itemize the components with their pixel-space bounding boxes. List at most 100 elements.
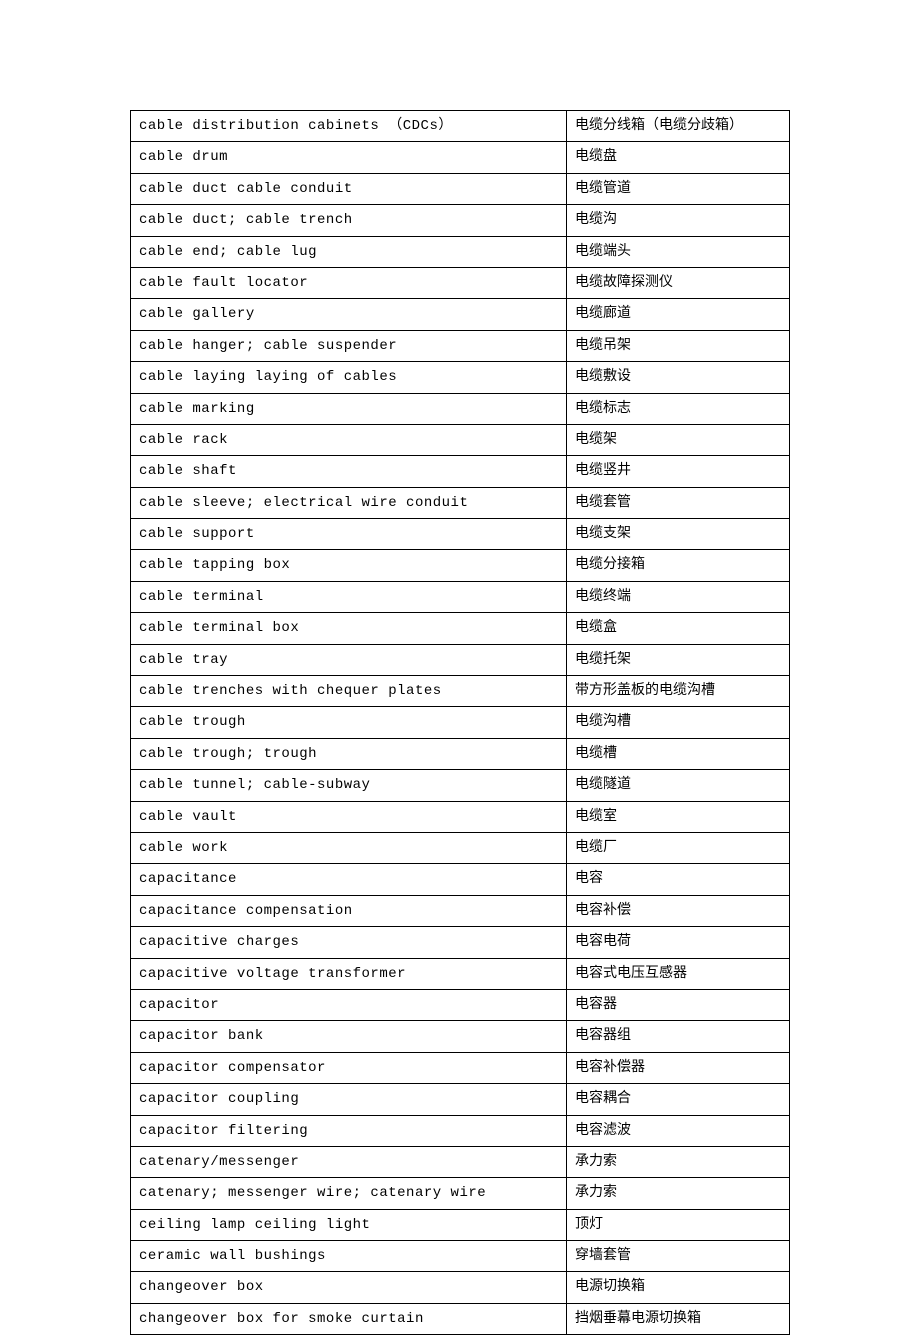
chinese-term-cell: 电缆廊道 [567,299,790,330]
chinese-term-cell: 承力索 [567,1178,790,1209]
chinese-term-cell: 电缆套管 [567,487,790,518]
english-term-cell: changeover box [131,1272,567,1303]
table-row: capacitance电容 [131,864,790,895]
table-row: cable terminal电缆终端 [131,581,790,612]
table-row: cable fault locator电缆故障探测仪 [131,267,790,298]
english-term-cell: capacitor coupling [131,1084,567,1115]
english-term-cell: cable distribution cabinets （CDCs） [131,111,567,142]
english-term-cell: cable tunnel; cable-subway [131,770,567,801]
english-term-cell: cable shaft [131,456,567,487]
chinese-term-cell: 顶灯 [567,1209,790,1240]
english-term-cell: capacitance [131,864,567,895]
table-row: cable tunnel; cable-subway电缆隧道 [131,770,790,801]
table-row: ceiling lamp ceiling light顶灯 [131,1209,790,1240]
english-term-cell: cable duct cable conduit [131,173,567,204]
chinese-term-cell: 电缆厂 [567,832,790,863]
english-term-cell: capacitance compensation [131,895,567,926]
chinese-term-cell: 电容电荷 [567,927,790,958]
english-term-cell: cable rack [131,424,567,455]
chinese-term-cell: 电缆沟槽 [567,707,790,738]
chinese-term-cell: 电缆管道 [567,173,790,204]
english-term-cell: cable hanger; cable suspender [131,330,567,361]
english-term-cell: cable laying laying of cables [131,362,567,393]
chinese-term-cell: 电容补偿 [567,895,790,926]
glossary-tbody: cable distribution cabinets （CDCs）电缆分线箱（… [131,111,790,1335]
chinese-term-cell: 电缆吊架 [567,330,790,361]
table-row: capacitor compensator电容补偿器 [131,1052,790,1083]
table-row: cable terminal box电缆盒 [131,613,790,644]
english-term-cell: capacitor compensator [131,1052,567,1083]
chinese-term-cell: 电缆竖井 [567,456,790,487]
english-term-cell: capacitor [131,989,567,1020]
chinese-term-cell: 电缆敷设 [567,362,790,393]
english-term-cell: cable end; cable lug [131,236,567,267]
table-row: capacitive voltage transformer电容式电压互感器 [131,958,790,989]
table-row: cable duct cable conduit电缆管道 [131,173,790,204]
chinese-term-cell: 电源切换箱 [567,1272,790,1303]
english-term-cell: cable terminal [131,581,567,612]
english-term-cell: catenary; messenger wire; catenary wire [131,1178,567,1209]
table-row: catenary/messenger承力索 [131,1146,790,1177]
table-row: cable trough电缆沟槽 [131,707,790,738]
chinese-term-cell: 电缆沟 [567,205,790,236]
english-term-cell: capacitor filtering [131,1115,567,1146]
table-row: cable drum电缆盘 [131,142,790,173]
english-term-cell: catenary/messenger [131,1146,567,1177]
chinese-term-cell: 电缆槽 [567,738,790,769]
table-row: cable duct; cable trench电缆沟 [131,205,790,236]
english-term-cell: cable trough [131,707,567,738]
chinese-term-cell: 电缆架 [567,424,790,455]
english-term-cell: cable drum [131,142,567,173]
chinese-term-cell: 挡烟垂幕电源切换箱 [567,1303,790,1334]
english-term-cell: cable work [131,832,567,863]
chinese-term-cell: 电缆托架 [567,644,790,675]
table-row: capacitor电容器 [131,989,790,1020]
english-term-cell: cable vault [131,801,567,832]
table-row: changeover box for smoke curtain挡烟垂幕电源切换… [131,1303,790,1334]
table-row: cable hanger; cable suspender电缆吊架 [131,330,790,361]
english-term-cell: cable fault locator [131,267,567,298]
chinese-term-cell: 电容滤波 [567,1115,790,1146]
table-row: ceramic wall bushings穿墙套管 [131,1241,790,1272]
chinese-term-cell: 电容 [567,864,790,895]
table-row: cable trough; trough电缆槽 [131,738,790,769]
table-row: cable work电缆厂 [131,832,790,863]
table-row: catenary; messenger wire; catenary wire承… [131,1178,790,1209]
chinese-term-cell: 电缆室 [567,801,790,832]
english-term-cell: ceiling lamp ceiling light [131,1209,567,1240]
table-row: cable distribution cabinets （CDCs）电缆分线箱（… [131,111,790,142]
english-term-cell: cable duct; cable trench [131,205,567,236]
table-row: cable tapping box电缆分接箱 [131,550,790,581]
table-row: cable shaft电缆竖井 [131,456,790,487]
document-page: cable distribution cabinets （CDCs）电缆分线箱（… [0,0,920,1335]
table-row: capacitor coupling电容耦合 [131,1084,790,1115]
chinese-term-cell: 电缆盘 [567,142,790,173]
english-term-cell: capacitive voltage transformer [131,958,567,989]
chinese-term-cell: 电缆端头 [567,236,790,267]
chinese-term-cell: 承力索 [567,1146,790,1177]
chinese-term-cell: 电容耦合 [567,1084,790,1115]
english-term-cell: cable tapping box [131,550,567,581]
table-row: cable tray电缆托架 [131,644,790,675]
chinese-term-cell: 电容器组 [567,1021,790,1052]
chinese-term-cell: 穿墙套管 [567,1241,790,1272]
chinese-term-cell: 带方形盖板的电缆沟槽 [567,676,790,707]
english-term-cell: cable marking [131,393,567,424]
english-term-cell: cable tray [131,644,567,675]
english-term-cell: cable support [131,519,567,550]
table-row: cable sleeve; electrical wire conduit电缆套… [131,487,790,518]
chinese-term-cell: 电容器 [567,989,790,1020]
english-term-cell: ceramic wall bushings [131,1241,567,1272]
chinese-term-cell: 电缆盒 [567,613,790,644]
table-row: capacitance compensation电容补偿 [131,895,790,926]
table-row: cable vault电缆室 [131,801,790,832]
table-row: cable trenches with chequer plates带方形盖板的… [131,676,790,707]
table-row: changeover box电源切换箱 [131,1272,790,1303]
english-term-cell: cable gallery [131,299,567,330]
chinese-term-cell: 电容式电压互感器 [567,958,790,989]
chinese-term-cell: 电容补偿器 [567,1052,790,1083]
english-term-cell: cable trough; trough [131,738,567,769]
english-term-cell: changeover box for smoke curtain [131,1303,567,1334]
table-row: capacitor filtering电容滤波 [131,1115,790,1146]
chinese-term-cell: 电缆终端 [567,581,790,612]
